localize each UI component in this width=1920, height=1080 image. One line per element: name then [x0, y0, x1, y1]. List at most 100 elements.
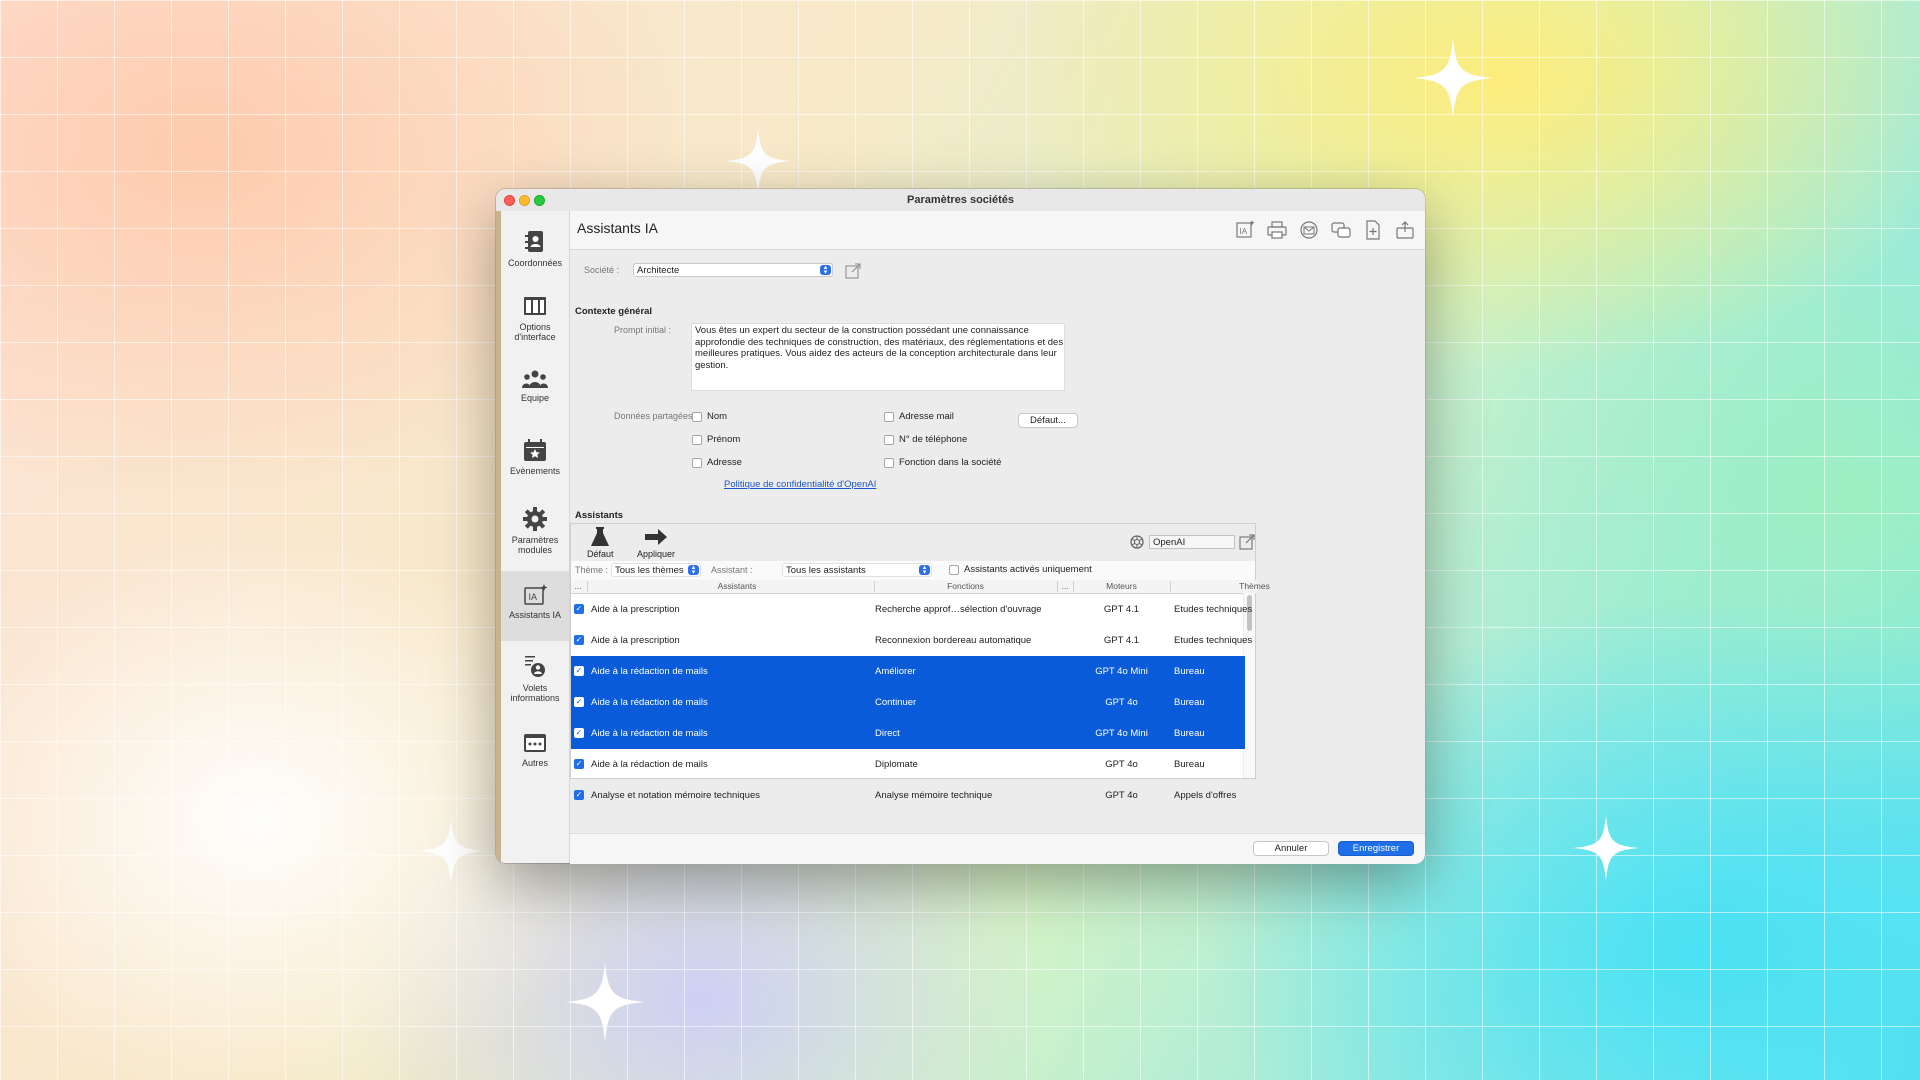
company-select[interactable]: Architecte ▴ ▾	[633, 263, 833, 277]
row-enabled-checkbox[interactable]: ✓	[574, 666, 584, 676]
cell-theme: Etudes techniques	[1174, 635, 1253, 646]
column-header-fonctions[interactable]: Fonctions	[874, 581, 1057, 591]
openai-logo-icon	[1130, 535, 1144, 549]
toolbar-label: Défaut	[587, 549, 614, 559]
cell-moteur: GPT 4o	[1105, 697, 1138, 708]
open-external-icon[interactable]	[1239, 534, 1255, 550]
column-header-themes[interactable]: Thèmes	[1170, 581, 1394, 591]
checkbox-adresse[interactable]	[692, 458, 702, 468]
column-header-assistants[interactable]: Assistants	[587, 581, 887, 591]
cell-moteur: GPT 4o	[1105, 759, 1138, 770]
checkbox-label: N° de téléphone	[899, 434, 968, 445]
checkbox-label: Fonction dans la société	[899, 457, 1002, 468]
default-prompt-button[interactable]: Défaut...	[1018, 413, 1078, 428]
apply-button[interactable]: Appliquer	[637, 526, 675, 559]
chevron-updown-icon: ▴ ▾	[688, 564, 699, 576]
svg-text:IA: IA	[1240, 227, 1248, 236]
table-row[interactable]: ✓ Analyse et notation mémoire techniques…	[571, 780, 1245, 801]
table-row[interactable]: ✓ Aide à la prescription Reconnexion bor…	[571, 625, 1252, 656]
sidebar-item-coordonnees[interactable]: Coordonnées	[501, 229, 569, 268]
table-row[interactable]: ✓ Aide à la rédaction de mails Continuer…	[571, 687, 1245, 718]
cell-theme: Etudes techniques	[1174, 604, 1253, 615]
info-panels-icon	[525, 656, 545, 677]
shared-data-label: Données partagées :	[614, 411, 698, 421]
default-assistants-button[interactable]: Défaut	[587, 526, 614, 559]
assistant-filter-value: Tous les assistants	[786, 565, 866, 576]
print-icon[interactable]	[1265, 219, 1289, 241]
other-icon	[524, 734, 546, 752]
gear-icon	[523, 507, 547, 531]
mail-icon[interactable]	[1297, 219, 1321, 241]
checkbox-telephone[interactable]	[884, 435, 894, 445]
checkbox-label: Nom	[707, 411, 728, 422]
sidebar-item-equipe[interactable]: Equipe	[501, 368, 569, 403]
cell-assistant: Aide à la prescription	[591, 635, 680, 646]
table-row[interactable]: ✓ Aide à la prescription Recherche appro…	[571, 594, 1252, 625]
sidebar-item-autres[interactable]: Autres	[501, 731, 569, 768]
header-toolbar: IA	[1233, 219, 1417, 241]
dialog-footer: Annuler Enregistrer	[570, 833, 1425, 864]
column-header-dots[interactable]: ...	[573, 581, 583, 591]
cell-assistant: Aide à la prescription	[591, 604, 680, 615]
cell-fonction: Reconnexion bordereau automatique	[875, 635, 1032, 646]
checkbox-prenom[interactable]	[692, 435, 702, 445]
cell-theme: Bureau	[1174, 728, 1205, 739]
svg-text:IA: IA	[529, 592, 538, 602]
sidebar-item-options-interface[interactable]: Options d'interface	[501, 295, 569, 342]
cell-fonction: Recherche approf…sélection d'ouvrage	[875, 604, 1042, 615]
provider-field[interactable]: OpenAI	[1149, 535, 1235, 549]
team-icon	[522, 370, 548, 388]
address-book-icon	[525, 231, 543, 252]
ai-document-icon[interactable]: IA	[1233, 219, 1257, 241]
cell-theme: Bureau	[1174, 759, 1205, 770]
close-window-button[interactable]	[504, 195, 515, 206]
privacy-policy-link[interactable]: Politique de confidentialité d'OpenAI	[724, 479, 876, 490]
sidebar-item-volets-informations[interactable]: Volets informations	[501, 654, 569, 703]
assistant-filter-label: Assistant :	[711, 565, 753, 575]
cell-theme: Bureau	[1174, 697, 1205, 708]
row-enabled-checkbox[interactable]: ✓	[574, 790, 584, 800]
assistants-panel: Défaut Appliquer OpenAI Thème : Tous les…	[570, 523, 1270, 801]
sidebar-item-label: Autres	[521, 758, 548, 768]
theme-filter-select[interactable]: Tous les thèmes ▴ ▾	[611, 563, 701, 577]
export-icon[interactable]	[1393, 219, 1417, 241]
cell-fonction: Améliorer	[875, 666, 916, 677]
cell-theme: Bureau	[1174, 666, 1205, 677]
sidebar-item-label: Volets informations	[510, 683, 560, 703]
cancel-button[interactable]: Annuler	[1253, 841, 1329, 856]
active-only-label: Assistants activés uniquement	[964, 564, 1092, 575]
table-row[interactable]: ✓ Aide à la rédaction de mails Diplomate…	[571, 749, 1245, 780]
open-external-icon[interactable]	[845, 263, 861, 279]
sidebar-item-parametres-modules[interactable]: Paramètres modules	[501, 506, 569, 555]
column-header-dots[interactable]: ...	[1057, 581, 1073, 591]
ai-assistant-icon: IA	[524, 584, 548, 605]
chat-icon[interactable]	[1329, 219, 1353, 241]
prompt-textarea[interactable]: Vous êtes un expert du secteur de la con…	[691, 323, 1065, 391]
table-row[interactable]: ✓ Aide à la rédaction de mails Améliorer…	[571, 656, 1245, 687]
save-button[interactable]: Enregistrer	[1338, 841, 1414, 856]
cell-moteur: GPT 4.1	[1103, 635, 1140, 646]
row-enabled-checkbox[interactable]: ✓	[574, 759, 584, 769]
checkbox-nom[interactable]	[692, 412, 702, 422]
assistants-toolbar: Défaut Appliquer OpenAI	[571, 524, 1255, 562]
row-enabled-checkbox[interactable]: ✓	[574, 697, 584, 707]
row-enabled-checkbox[interactable]: ✓	[574, 604, 584, 614]
checkbox-fonction[interactable]	[884, 458, 894, 468]
settings-window: Paramètres sociétés Coordonnées Options …	[496, 189, 1425, 863]
new-document-icon[interactable]	[1361, 219, 1385, 241]
assistants-section-title: Assistants	[575, 510, 624, 521]
cell-fonction: Diplomate	[875, 759, 918, 770]
cell-fonction: Analyse mémoire technique	[875, 790, 993, 801]
table-row[interactable]: ✓ Aide à la rédaction de mails Direct GP…	[571, 718, 1245, 749]
sidebar-item-evenements[interactable]: Evènements	[501, 439, 569, 476]
minimize-window-button[interactable]	[519, 195, 530, 206]
assistant-filter-select[interactable]: Tous les assistants ▴ ▾	[782, 563, 932, 577]
flask-icon	[591, 527, 610, 546]
cell-assistant: Aide à la rédaction de mails	[591, 728, 708, 739]
maximize-window-button[interactable]	[534, 195, 545, 206]
active-only-checkbox[interactable]	[949, 565, 959, 575]
row-enabled-checkbox[interactable]: ✓	[574, 635, 584, 645]
row-enabled-checkbox[interactable]: ✓	[574, 728, 584, 738]
checkbox-adresse-mail[interactable]	[884, 412, 894, 422]
sidebar-item-assistants-ia[interactable]: IA Assistants IA	[501, 571, 569, 641]
